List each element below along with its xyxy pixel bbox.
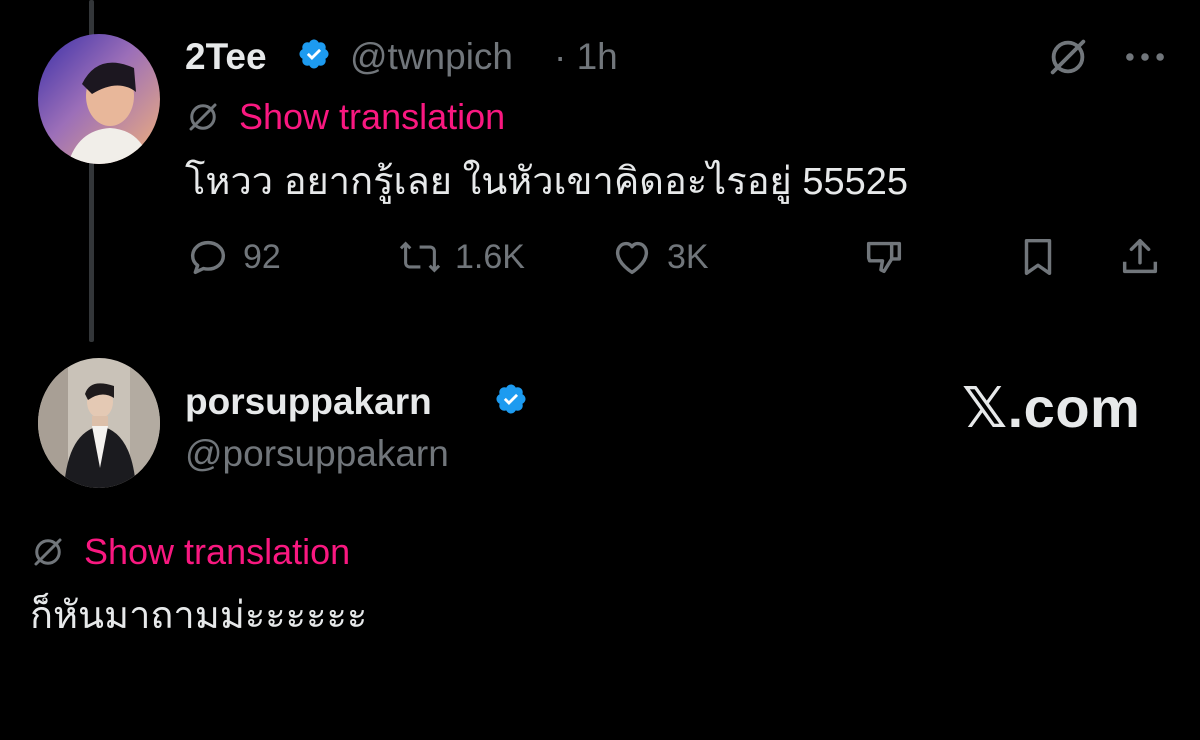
author-handle[interactable]: @porsuppakarn: [185, 435, 449, 472]
share-button[interactable]: [1117, 234, 1163, 280]
reply-button[interactable]: 92: [185, 234, 281, 280]
show-translation-link[interactable]: Show translation: [239, 99, 505, 135]
bookmark-button[interactable]: [1015, 234, 1061, 280]
repost-count: 1.6K: [455, 237, 525, 276]
reply-icon: [190, 240, 226, 275]
avatar[interactable]: [38, 358, 160, 488]
tweet-text: โหวว อยากรู้เลย ในหัวเขาคิดอะไรอยู่ 5552…: [185, 161, 909, 203]
dislike-button[interactable]: [861, 234, 907, 280]
reply-count: 92: [243, 237, 281, 276]
verified-badge-icon: [299, 39, 329, 69]
like-icon: [615, 241, 649, 275]
author-name[interactable]: 2Tee: [185, 38, 267, 75]
verified-badge-icon: [496, 384, 526, 414]
share-icon: [1122, 238, 1158, 274]
bookmark-icon: [1024, 238, 1052, 276]
show-translation-link[interactable]: Show translation: [84, 534, 350, 570]
translate-row[interactable]: Show translation: [30, 534, 350, 570]
x-com-watermark: 𝕏.com: [962, 376, 1141, 439]
translate-icon: [189, 103, 217, 131]
repost-button[interactable]: 1.6K: [397, 234, 525, 280]
reply-text: ก็หันมาถามม่ะะะะะะ: [30, 595, 368, 637]
translate-icon: [34, 538, 62, 566]
like-button[interactable]: 3K: [609, 234, 709, 280]
translate-row[interactable]: Show translation: [185, 99, 505, 135]
tweet-actions: 92 1.6K 3K: [185, 230, 1170, 286]
like-count: 3K: [667, 237, 709, 276]
avatar-image: [38, 358, 160, 488]
avatar[interactable]: [38, 34, 160, 164]
author-handle[interactable]: @twnpich: [350, 38, 513, 75]
dislike-icon: [866, 241, 902, 274]
author-name[interactable]: porsuppakarn: [185, 383, 432, 420]
tweet-time[interactable]: · 1h: [554, 38, 618, 75]
repost-icon: [399, 241, 441, 273]
avatar-image: [38, 34, 160, 164]
grok-icon[interactable]: [1045, 34, 1091, 80]
more-icon[interactable]: [1122, 40, 1168, 74]
